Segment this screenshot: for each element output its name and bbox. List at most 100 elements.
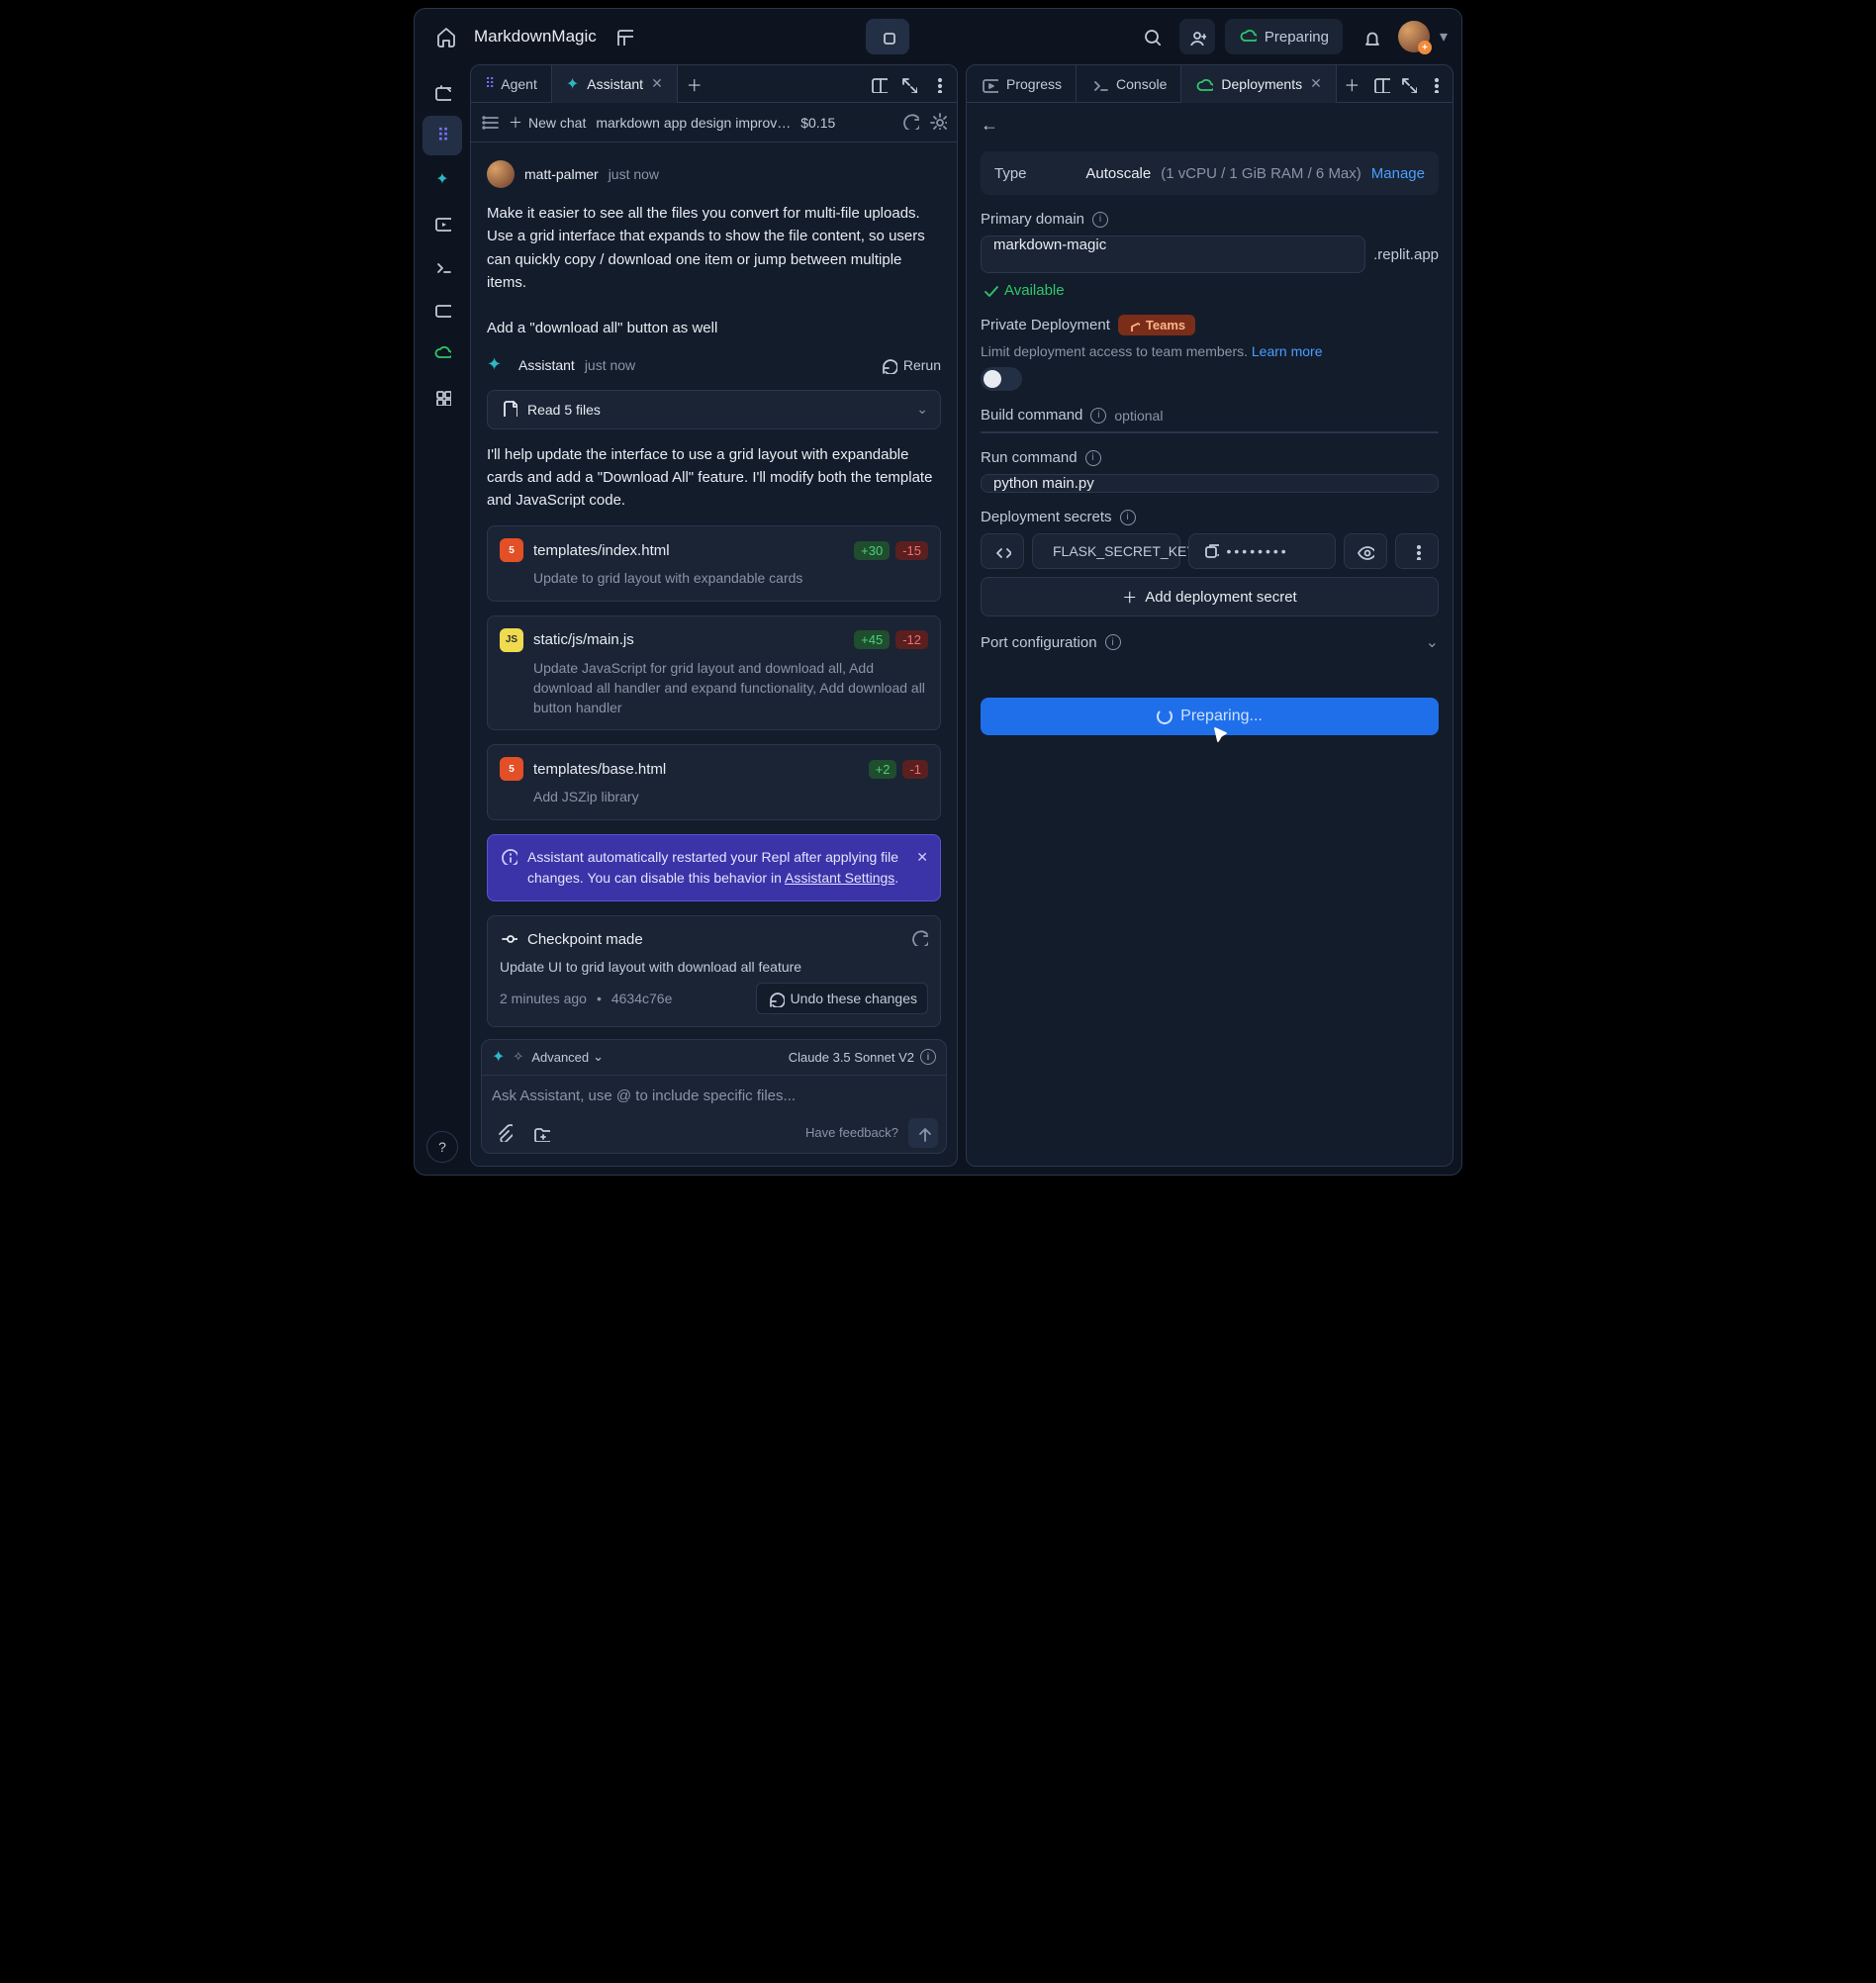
secrets-code-button[interactable] (981, 533, 1024, 569)
assistant-settings-link[interactable]: Assistant Settings (785, 870, 894, 886)
rerun-button[interactable]: Rerun (880, 356, 941, 374)
avatar[interactable]: + (1398, 21, 1430, 52)
advanced-toggle[interactable]: Advanced ⌄ (531, 1049, 604, 1065)
more-icon[interactable] (1422, 69, 1449, 99)
read-files-collapsible[interactable]: Read 5 files ⌄ (487, 390, 941, 429)
advanced-label: Advanced (531, 1050, 589, 1065)
tab-deployments[interactable]: Deployments ✕ (1181, 65, 1336, 103)
learn-more-link[interactable]: Learn more (1252, 343, 1323, 359)
info-icon[interactable]: i (1105, 634, 1121, 650)
search-icon[interactable] (1134, 19, 1170, 54)
deploy-type-row: Type Autoscale (1 vCPU / 1 GiB RAM / 6 M… (981, 151, 1439, 195)
chevron-down-icon[interactable]: ⌄ (1426, 632, 1439, 652)
assistant-name: Assistant (518, 357, 575, 373)
assistant-avatar-icon: ✦ (487, 354, 509, 376)
lines-removed: -15 (895, 541, 928, 560)
tab-progress[interactable]: Progress (967, 65, 1077, 103)
manage-link[interactable]: Manage (1371, 165, 1425, 182)
secret-more-button[interactable] (1395, 533, 1439, 569)
reveal-secret-button[interactable] (1344, 533, 1387, 569)
secrets-label: Deployment secrets (981, 509, 1112, 525)
settings-icon[interactable] (929, 112, 947, 133)
more-icon[interactable] (923, 69, 953, 99)
progress-icon (981, 75, 998, 93)
tab-agent[interactable]: ⠿ Agent (471, 65, 552, 103)
teams-badge: Teams (1118, 315, 1195, 335)
rail-workspace-icon[interactable] (422, 290, 462, 330)
rail-agent-icon[interactable]: ⠿ (422, 116, 462, 155)
checkpoint-message: Update UI to grid layout with download a… (500, 959, 928, 975)
secret-key-cell[interactable]: FLASK_SECRET_KEY (1032, 533, 1180, 569)
expand-icon[interactable] (893, 69, 923, 99)
primary-domain-input[interactable]: markdown-magic (981, 236, 1365, 273)
domain-tld: .replit.app (1373, 246, 1439, 263)
new-chat-button[interactable]: ＋ New chat (509, 113, 586, 133)
tab-label: Deployments (1221, 76, 1302, 92)
secret-value-cell[interactable]: •••••••• (1188, 533, 1337, 569)
tab-console[interactable]: Console (1077, 65, 1181, 103)
private-deploy-toggle[interactable] (981, 367, 1022, 391)
info-icon[interactable]: i (1090, 408, 1106, 424)
run-command-label: Run command (981, 449, 1078, 466)
feedback-link[interactable]: Have feedback? (805, 1125, 898, 1140)
chevron-down-icon[interactable]: ▾ (1440, 27, 1448, 47)
lines-added: +2 (869, 760, 897, 779)
run-command-input[interactable]: python main.py (981, 474, 1439, 493)
checkpoint-time: 2 minutes ago (500, 991, 587, 1006)
tab-label: Agent (501, 76, 537, 92)
info-icon[interactable]: i (1120, 510, 1136, 525)
rail-apps-icon[interactable] (422, 377, 462, 417)
add-secret-button[interactable]: ＋ Add deployment secret (981, 577, 1439, 616)
rail-explorer-icon[interactable] (422, 72, 462, 112)
invite-icon[interactable] (1179, 19, 1215, 54)
close-icon[interactable]: ✕ (916, 847, 928, 889)
tab-assistant[interactable]: ✦ Assistant ✕ (552, 65, 678, 103)
refresh-icon[interactable] (901, 112, 919, 133)
split-pane-icon[interactable] (864, 69, 893, 99)
attach-icon[interactable] (490, 1119, 517, 1147)
composer-input[interactable]: Ask Assistant, use @ to include specific… (482, 1076, 946, 1113)
primary-domain-label: Primary domain (981, 211, 1084, 228)
plus-icon: ＋ (509, 113, 522, 133)
rail-assistant-icon[interactable]: ✦ (422, 159, 462, 199)
help-icon[interactable]: ? (426, 1131, 458, 1163)
assistant-intro: I'll help update the interface to use a … (487, 443, 941, 513)
build-command-input[interactable] (981, 431, 1439, 433)
refresh-icon[interactable] (910, 928, 928, 951)
file-change-card[interactable]: JS static/js/main.js +45 -12 Update Java… (487, 615, 941, 731)
file-change-card[interactable]: 5 templates/base.html +2 -1 Add JSZip li… (487, 744, 941, 819)
close-icon[interactable]: ✕ (651, 75, 663, 92)
info-icon[interactable]: i (1085, 450, 1101, 466)
deploy-button[interactable]: Preparing... (981, 698, 1439, 735)
cloud-icon (433, 342, 451, 365)
file-name: static/js/main.js (533, 631, 634, 648)
close-icon[interactable]: ✕ (1310, 75, 1322, 92)
html-badge-icon: 5 (500, 538, 523, 562)
rail-deploy-icon[interactable] (422, 333, 462, 373)
file-change-card[interactable]: 5 templates/index.html +30 -15 Update to… (487, 525, 941, 601)
spinner-icon (1157, 708, 1172, 724)
chat-list-icon[interactable] (481, 112, 499, 133)
add-tab-button[interactable]: ＋ (1337, 72, 1367, 96)
rail-run-icon[interactable] (422, 203, 462, 242)
expand-icon[interactable] (1394, 69, 1421, 99)
run-stop-button[interactable] (866, 19, 909, 54)
split-pane-icon[interactable] (1367, 69, 1394, 99)
home-icon[interactable] (428, 19, 464, 54)
cloud-icon (1239, 26, 1257, 47)
info-icon[interactable]: i (1092, 212, 1108, 228)
add-folder-icon[interactable] (527, 1119, 555, 1147)
deploy-button-label: Preparing... (1180, 708, 1263, 725)
model-picker[interactable]: Claude 3.5 Sonnet V2 i (789, 1049, 936, 1065)
send-button[interactable] (908, 1118, 938, 1148)
js-badge-icon: JS (500, 628, 523, 652)
undo-button[interactable]: Undo these changes (756, 983, 928, 1014)
user-message-header: matt-palmer just now (487, 160, 941, 188)
rail-shell-icon[interactable] (422, 246, 462, 286)
deploy-status-chip[interactable]: Preparing (1225, 19, 1343, 54)
cursor-icon (1210, 725, 1228, 748)
back-button[interactable]: ← (981, 115, 1004, 136)
add-tab-button[interactable]: ＋ (678, 72, 711, 96)
notifications-icon[interactable] (1353, 19, 1388, 54)
layout-icon[interactable] (607, 19, 642, 54)
